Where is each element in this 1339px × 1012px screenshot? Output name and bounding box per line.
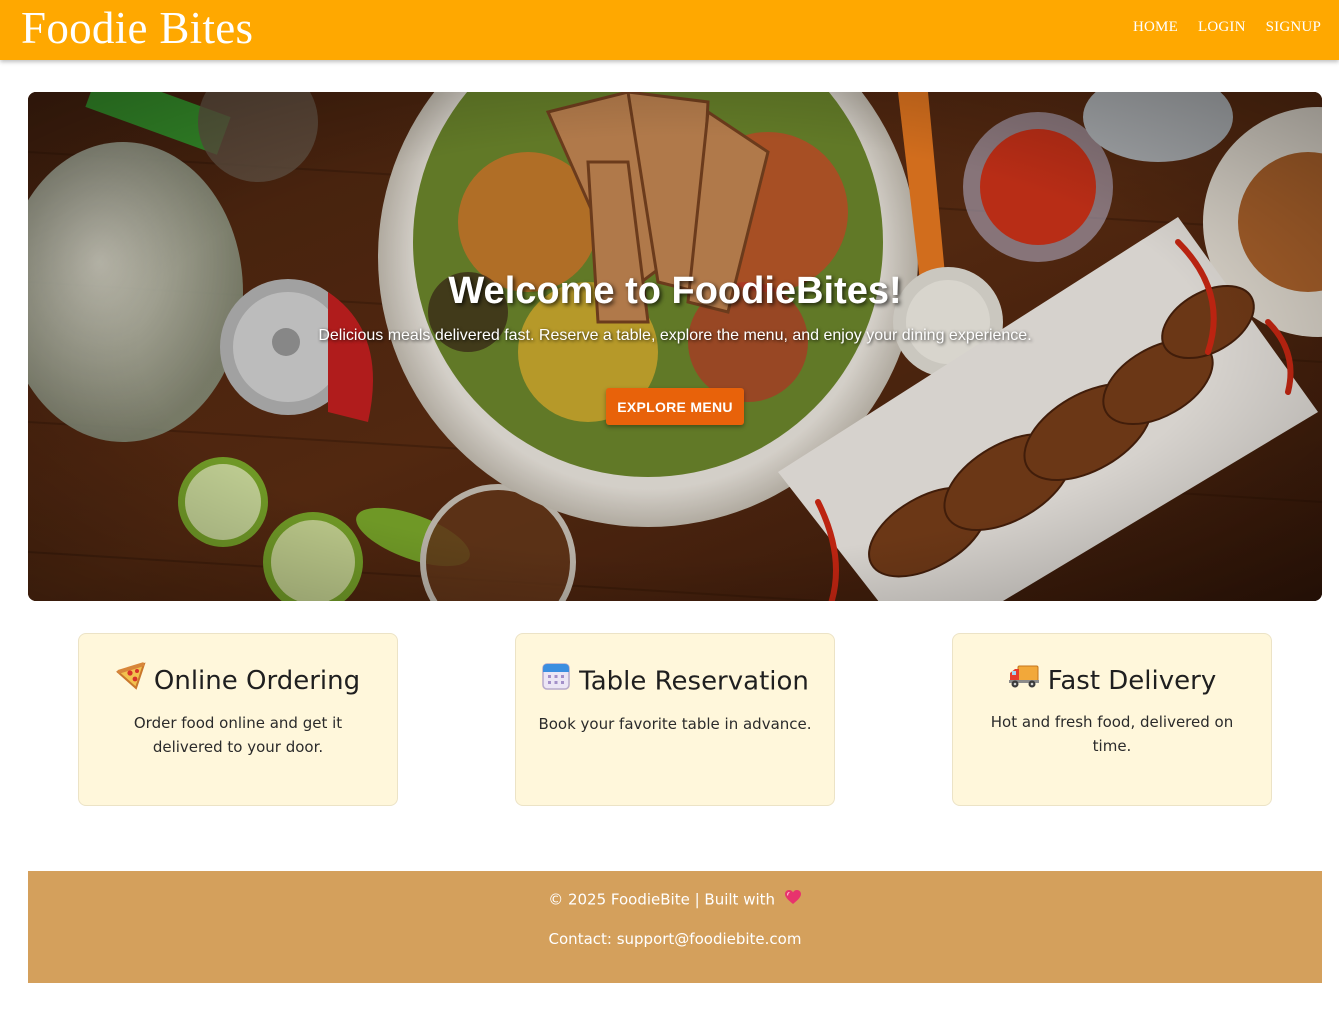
nav-links: HOME LOGIN SIGNUP bbox=[1133, 19, 1321, 36]
brand-logo[interactable]: Foodie Bites bbox=[21, 5, 253, 51]
nav-link-login[interactable]: LOGIN bbox=[1198, 19, 1246, 36]
pizza-icon bbox=[115, 661, 146, 702]
hero-banner: Welcome to FoodieBites! Delicious meals … bbox=[28, 92, 1322, 601]
feature-title: Fast Delivery bbox=[1047, 666, 1217, 696]
feature-description: Hot and fresh food, delivered on time. bbox=[990, 712, 1234, 755]
feature-title: Online Ordering bbox=[153, 666, 361, 696]
hero-subtitle: Delicious meals delivered fast. Reserve … bbox=[318, 327, 1032, 344]
footer-copyright: © 2025 FoodieBite | Built with bbox=[548, 890, 776, 909]
feature-card-online-ordering: Online Ordering Order food online and ge… bbox=[78, 633, 398, 806]
nav-link-signup[interactable]: SIGNUP bbox=[1266, 19, 1321, 36]
hero-title: Welcome to FoodieBites! bbox=[448, 270, 902, 312]
feature-description: Order food online and get it delivered t… bbox=[133, 713, 343, 756]
footer-copyright-line: © 2025 FoodieBite | Built with bbox=[28, 890, 1322, 910]
hero-content: Welcome to FoodieBites! Delicious meals … bbox=[28, 92, 1322, 601]
footer-contact: Contact: support@foodiebite.com bbox=[548, 930, 802, 948]
heart-icon bbox=[784, 889, 802, 909]
explore-menu-button[interactable]: EXPLORE MENU bbox=[606, 388, 744, 425]
footer: © 2025 FoodieBite | Built with Contact: … bbox=[28, 871, 1322, 983]
feature-description: Book your favorite table in advance. bbox=[538, 715, 812, 733]
feature-card-table-reservation: Table Reservation Book your favorite tab… bbox=[515, 633, 835, 806]
navbar: Foodie Bites HOME LOGIN SIGNUP bbox=[0, 0, 1339, 60]
calendar-icon bbox=[541, 661, 571, 703]
feature-card-fast-delivery: Fast Delivery Hot and fresh food, delive… bbox=[952, 633, 1272, 806]
feature-title: Table Reservation bbox=[579, 666, 809, 697]
nav-link-home[interactable]: HOME bbox=[1133, 19, 1178, 36]
truck-icon bbox=[1008, 663, 1040, 701]
